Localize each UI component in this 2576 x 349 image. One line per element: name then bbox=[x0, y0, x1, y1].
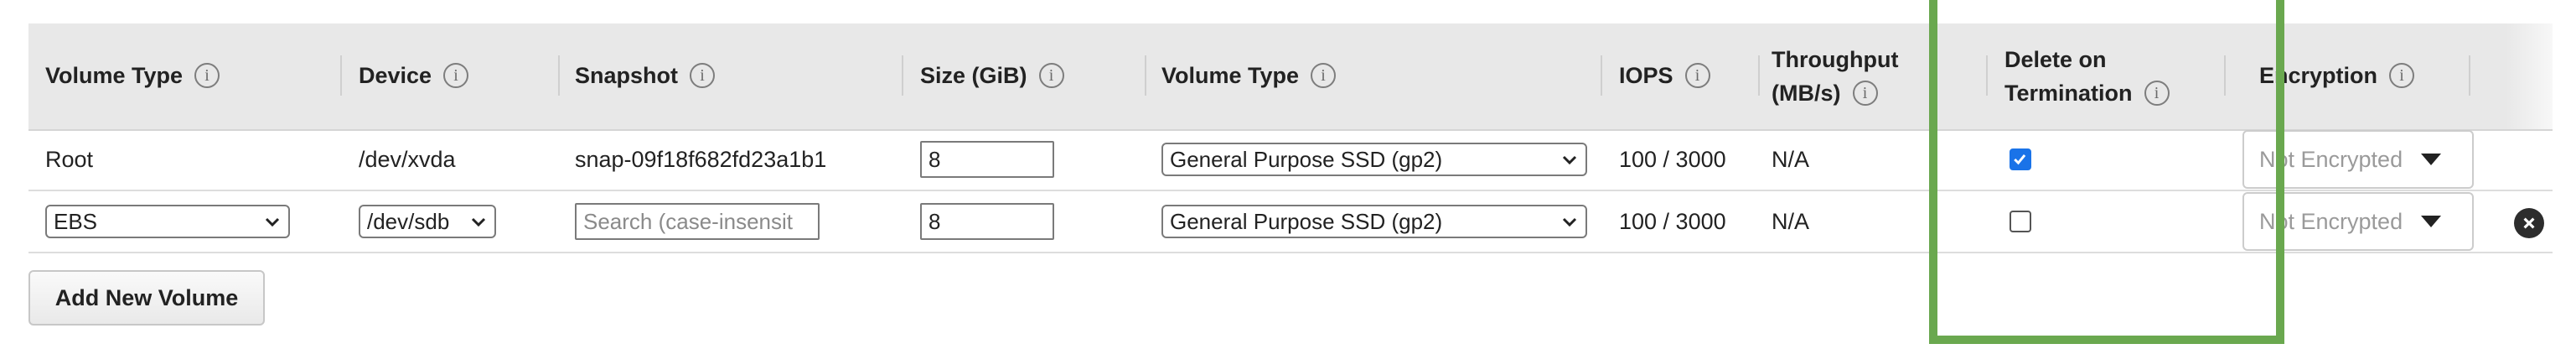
caret-down-icon bbox=[2421, 154, 2442, 165]
select-value: General Purpose SSD (gp2) bbox=[1170, 146, 1443, 172]
header-label: Snapshot bbox=[575, 63, 679, 88]
info-icon[interactable]: i bbox=[1684, 63, 1710, 88]
header-label: IOPS bbox=[1619, 63, 1673, 88]
column-separator bbox=[1758, 55, 1760, 96]
column-separator bbox=[1601, 55, 1602, 96]
chevron-down-icon bbox=[471, 217, 486, 227]
remove-volume-button[interactable] bbox=[2514, 208, 2544, 238]
chevron-down-icon bbox=[1562, 155, 1577, 165]
row1-throughput: N/A bbox=[1772, 147, 1810, 172]
column-separator bbox=[558, 55, 560, 96]
header-throughput: Throughput (MB/s) i bbox=[1772, 43, 1898, 110]
row2-device-select[interactable]: /dev/sdb bbox=[359, 205, 496, 238]
header-label: (MB/s) bbox=[1772, 81, 1841, 106]
row2-iops: 100 / 3000 bbox=[1619, 209, 1726, 234]
header-volume-type: Volume Type i bbox=[45, 60, 220, 91]
header-label: Size (GiB) bbox=[920, 63, 1027, 88]
header-ebs-volume-type: Volume Type i bbox=[1161, 60, 1337, 91]
select-value: EBS bbox=[54, 208, 98, 234]
header-fade bbox=[2506, 23, 2576, 129]
header-snapshot: Snapshot i bbox=[575, 60, 716, 91]
header-size: Size (GiB) i bbox=[920, 60, 1064, 91]
header-label: Volume Type bbox=[1161, 63, 1300, 88]
highlight-box bbox=[1929, 0, 2284, 344]
caret-down-icon bbox=[2421, 216, 2442, 227]
row2-snapshot-search-input[interactable]: Search (case-insensit bbox=[575, 203, 820, 240]
row2-throughput: N/A bbox=[1772, 209, 1810, 234]
header-label: Volume Type bbox=[45, 63, 184, 88]
header-label: Device bbox=[359, 63, 432, 88]
add-new-volume-button[interactable]: Add New Volume bbox=[28, 270, 265, 326]
header-label: Throughput bbox=[1772, 47, 1899, 72]
snapshot-placeholder: Search (case-insensit bbox=[583, 208, 793, 234]
column-separator bbox=[2469, 55, 2470, 96]
size-value: 8 bbox=[928, 208, 941, 234]
row1-size-input[interactable]: 8 bbox=[920, 141, 1054, 178]
header-label-line2: (MB/s) i bbox=[1772, 76, 1878, 110]
chevron-down-icon bbox=[265, 217, 280, 227]
chevron-down-icon bbox=[1562, 217, 1577, 227]
row2-size-input[interactable]: 8 bbox=[920, 203, 1054, 240]
row1-snapshot: snap-09f18f682fd23a1b1 bbox=[575, 147, 827, 172]
row1-iops: 100 / 3000 bbox=[1619, 147, 1726, 172]
select-value: /dev/sdb bbox=[367, 208, 450, 234]
info-icon[interactable]: i bbox=[194, 63, 220, 88]
row1-ebs-type-select[interactable]: General Purpose SSD (gp2) bbox=[1161, 143, 1587, 176]
column-separator bbox=[902, 55, 903, 96]
header-iops: IOPS i bbox=[1619, 60, 1710, 91]
info-icon[interactable]: i bbox=[1852, 81, 1878, 106]
select-value: General Purpose SSD (gp2) bbox=[1170, 208, 1443, 234]
info-icon[interactable]: i bbox=[1311, 63, 1337, 88]
info-icon[interactable]: i bbox=[1038, 63, 1064, 88]
column-separator bbox=[1145, 55, 1146, 96]
row2-ebs-type-select[interactable]: General Purpose SSD (gp2) bbox=[1161, 205, 1587, 238]
storage-volumes-panel: Volume Type i Device i Snapshot i Size (… bbox=[0, 0, 2576, 349]
column-separator bbox=[340, 55, 342, 96]
row2-volume-type-select[interactable]: EBS bbox=[45, 205, 290, 238]
info-icon[interactable]: i bbox=[690, 63, 716, 88]
close-icon bbox=[2523, 217, 2535, 229]
info-icon[interactable]: i bbox=[443, 63, 469, 88]
header-device: Device i bbox=[359, 60, 469, 91]
row1-volume-type: Root bbox=[45, 147, 94, 172]
size-value: 8 bbox=[928, 146, 941, 172]
info-icon[interactable]: i bbox=[2389, 63, 2415, 88]
row1-device: /dev/xvda bbox=[359, 147, 456, 172]
